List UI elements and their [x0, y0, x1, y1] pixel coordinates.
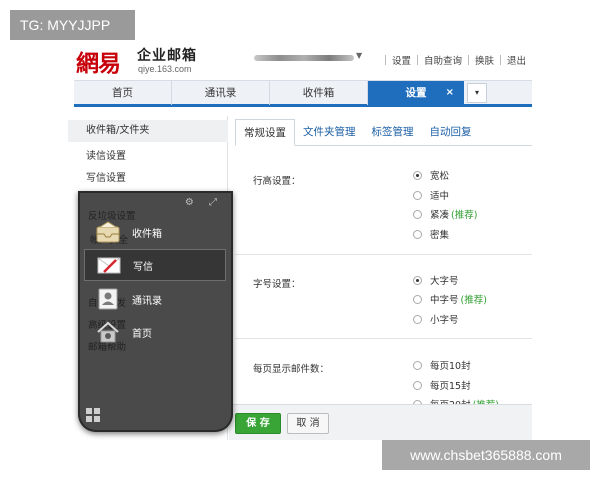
- line-height-label: 行高设置：: [253, 176, 301, 187]
- tab-inbox[interactable]: 收件箱: [270, 81, 368, 105]
- line-height-option[interactable]: 密集: [413, 227, 451, 241]
- line-height-option[interactable]: 宽松: [413, 168, 451, 182]
- dock-item-label: 首页: [132, 328, 152, 340]
- subtab-general[interactable]: 常规设置: [235, 119, 295, 146]
- option-label: 每页15封: [430, 381, 471, 392]
- dock-item-inbox[interactable]: 收件箱: [84, 216, 226, 248]
- font-size-option[interactable]: 中字号 (推荐): [413, 292, 487, 306]
- save-button[interactable]: 保 存: [235, 413, 281, 434]
- radio-button[interactable]: [413, 360, 422, 370]
- watermark-bottom: www.chsbet365888.com: [382, 440, 590, 470]
- font-size-option[interactable]: 大字号: [413, 273, 461, 287]
- per-page-option[interactable]: 每页15封: [413, 378, 473, 392]
- home-icon: [94, 319, 122, 345]
- option-label: 密集: [430, 230, 450, 241]
- quick-launch-dock: ⚙ ⤢ 反垃圾设置 帐户安全 签名 自动转发 高级设置 邮箱帮助 收件箱 写信: [78, 191, 233, 432]
- per-page-option[interactable]: 每页10封: [413, 358, 473, 372]
- cancel-button[interactable]: 取 消: [287, 413, 329, 434]
- logo-domain: qiye.163.com: [138, 64, 192, 74]
- dock-item-label: 收件箱: [132, 228, 162, 240]
- radio-button[interactable]: [413, 209, 422, 219]
- tab-more-dropdown[interactable]: ▾: [467, 83, 487, 103]
- divider: [416, 55, 418, 65]
- divider: [467, 55, 469, 65]
- contacts-icon: [94, 286, 122, 312]
- option-label: 紧凑: [430, 210, 450, 221]
- dock-item-label: 通讯录: [132, 295, 162, 307]
- divider: [499, 55, 501, 65]
- subtab-folders[interactable]: 文件夹管理: [295, 119, 364, 145]
- divider: [384, 55, 386, 65]
- radio-button[interactable]: [413, 170, 422, 180]
- dock-item-contacts[interactable]: 通讯录: [84, 283, 226, 315]
- option-label: 小字号: [430, 315, 459, 326]
- radio-button[interactable]: [413, 294, 422, 304]
- close-icon[interactable]: ×: [446, 81, 454, 105]
- settings-content: 常规设置 文件夹管理 标签管理 自动回复 行高设置： 宽松 适中 紧凑 (推荐)…: [229, 116, 532, 440]
- option-label: 大字号: [430, 276, 459, 287]
- radio-button[interactable]: [413, 380, 422, 390]
- radio-button[interactable]: [413, 314, 422, 324]
- recommend-tag: (推荐): [460, 295, 487, 306]
- grid-icon[interactable]: [86, 408, 100, 422]
- link-self-service[interactable]: 自助查询: [424, 53, 462, 67]
- per-page-label: 每页显示邮件数：: [253, 364, 330, 375]
- link-skin[interactable]: 换肤: [475, 53, 494, 67]
- option-label: 适中: [430, 191, 450, 202]
- option-label: 中字号: [430, 295, 459, 306]
- radio-button[interactable]: [413, 229, 422, 239]
- inbox-icon: [94, 219, 122, 245]
- sidebar-item-folders[interactable]: 收件箱/文件夹: [68, 120, 228, 142]
- tab-settings-label: 设置: [405, 87, 427, 99]
- action-bar: 保 存 取 消: [229, 404, 532, 440]
- font-size-label: 字号设置：: [253, 279, 301, 290]
- sidebar-item-read-settings[interactable]: 读信设置: [86, 147, 126, 162]
- font-size-option[interactable]: 小字号: [413, 312, 461, 326]
- account-name-blurred[interactable]: [254, 55, 354, 61]
- compose-icon: [95, 252, 123, 278]
- radio-button[interactable]: [413, 190, 422, 200]
- line-height-option[interactable]: 紧凑 (推荐): [413, 207, 477, 221]
- radio-button[interactable]: [413, 275, 422, 285]
- option-label: 每页10封: [430, 361, 471, 372]
- settings-subtabs: 常规设置 文件夹管理 标签管理 自动回复: [235, 119, 532, 146]
- dock-item-label: 写信: [133, 261, 153, 273]
- dock-item-compose[interactable]: 写信: [84, 249, 226, 281]
- main-tabs: 首页 通讯录 收件箱 设置 × ▾: [74, 80, 532, 107]
- link-logout[interactable]: 退出: [507, 53, 526, 67]
- line-height-option[interactable]: 适中: [413, 188, 451, 202]
- logo-mark: 網易: [76, 50, 121, 77]
- watermark-top: TG: MYYJJPP: [10, 10, 135, 40]
- tab-home[interactable]: 首页: [74, 81, 172, 105]
- option-label: 宽松: [430, 171, 450, 182]
- subtab-labels[interactable]: 标签管理: [364, 119, 422, 145]
- logo-title: 企业邮箱: [137, 48, 197, 64]
- dock-tools[interactable]: ⚙ ⤢: [185, 197, 223, 208]
- dock-item-home[interactable]: 首页: [84, 316, 226, 348]
- sidebar-item-compose-settings[interactable]: 写信设置: [86, 169, 126, 184]
- netease-logo[interactable]: 網易 企业邮箱 qiye.163.com: [76, 44, 236, 78]
- chevron-down-icon[interactable]: ▼: [356, 51, 362, 60]
- tab-settings[interactable]: 设置 ×: [368, 81, 464, 105]
- section-divider: [235, 254, 532, 255]
- section-divider: [235, 338, 532, 339]
- subtab-auto-reply[interactable]: 自动回复: [422, 119, 480, 145]
- tab-contacts[interactable]: 通讯录: [172, 81, 270, 105]
- recommend-tag: (推荐): [451, 210, 478, 221]
- link-settings[interactable]: 设置: [392, 53, 411, 67]
- top-links: 设置 自助查询 换肤 退出: [379, 53, 526, 67]
